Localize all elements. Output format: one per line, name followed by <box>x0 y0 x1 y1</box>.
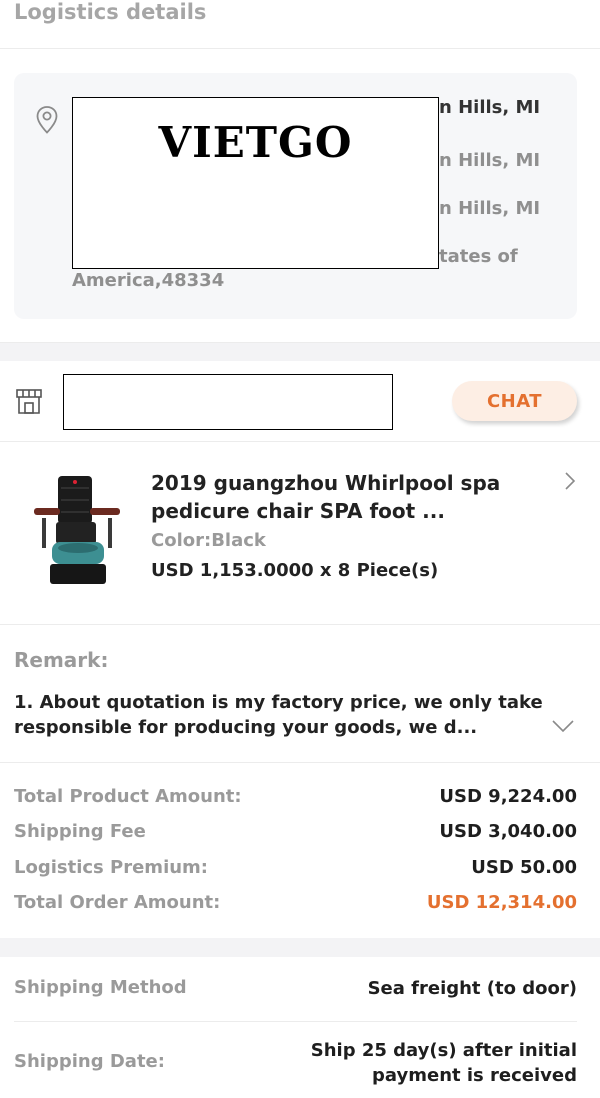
summary-row: Logistics Premium: USD 50.00 <box>14 857 577 878</box>
divider <box>0 762 600 763</box>
shipping-date-label: Shipping Date: <box>14 1051 165 1072</box>
store-icon <box>16 389 42 414</box>
redaction-box: VIETGO <box>72 97 439 269</box>
remark-label: Remark: <box>14 648 109 672</box>
summary-label: Shipping Fee <box>14 821 146 842</box>
divider <box>0 441 600 442</box>
address-line: tates of <box>439 246 518 267</box>
address-line: n Hills, MI <box>439 198 541 219</box>
chevron-down-icon[interactable] <box>550 718 576 734</box>
summary-label: Total Product Amount: <box>14 786 242 807</box>
product-title[interactable]: 2019 guangzhou Whirlpool spa pedicure ch… <box>151 469 551 525</box>
shipping-method-label: Shipping Method <box>14 977 187 998</box>
product-price: USD 1,153.0000 x 8 Piece(s) <box>151 560 439 581</box>
address-line: America,48334 <box>72 270 225 291</box>
section-gap <box>0 343 600 361</box>
redaction-watermark: VIETGO <box>158 118 353 167</box>
product-thumbnail[interactable] <box>28 468 128 592</box>
summary-row-total: Total Order Amount: USD 12,314.00 <box>14 892 577 913</box>
seller-name-redacted <box>63 374 393 430</box>
product-color: Color:Black <box>151 530 266 551</box>
chevron-right-icon[interactable] <box>563 470 577 492</box>
total-order-amount: USD 12,314.00 <box>426 892 577 913</box>
summary-value: USD 50.00 <box>471 857 577 878</box>
shipping-date-value: Ship 25 day(s) after initial payment is … <box>311 1038 577 1088</box>
section-gap <box>0 938 600 957</box>
divider <box>0 48 600 49</box>
divider <box>14 1021 577 1022</box>
address-line: n Hills, MI <box>439 97 541 118</box>
divider <box>0 624 600 625</box>
section-title: Logistics details <box>14 0 207 24</box>
shipping-date-line: Ship 25 day(s) after initial <box>310 1040 577 1061</box>
address-line: n Hills, MI <box>439 150 541 171</box>
summary-value: USD 3,040.00 <box>439 821 577 842</box>
location-pin-icon <box>36 106 58 134</box>
summary-row: Shipping Fee USD 3,040.00 <box>14 821 577 842</box>
summary-label: Total Order Amount: <box>14 892 221 913</box>
shipping-method-value: Sea freight (to door) <box>367 978 577 999</box>
summary-label: Logistics Premium: <box>14 857 209 878</box>
remark-text: 1. About quotation is my factory price, … <box>14 692 543 738</box>
summary-row: Total Product Amount: USD 9,224.00 <box>14 786 577 807</box>
chat-button[interactable]: CHAT <box>452 381 577 421</box>
shipping-date-line: payment is received <box>372 1065 577 1086</box>
summary-value: USD 9,224.00 <box>439 786 577 807</box>
